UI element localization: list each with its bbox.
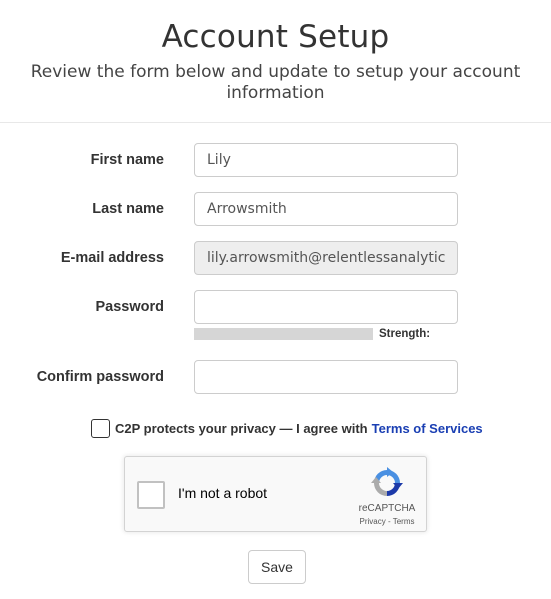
recaptcha-logo-icon [371, 467, 403, 496]
confirm-password-input[interactable] [194, 360, 458, 394]
confirm-password-row: Confirm password [0, 360, 551, 394]
last-name-row: Last name [0, 192, 551, 226]
recaptcha-brand: reCAPTCHA [358, 503, 416, 514]
recaptcha-widget: I'm not a robot reCAPTCHA Privacy - Term… [124, 456, 427, 532]
first-name-label: First name [90, 152, 164, 168]
page-title: Account Setup [161, 19, 390, 55]
email-row: E-mail address [0, 241, 551, 275]
strength-bar [194, 328, 373, 340]
recaptcha-links[interactable]: Privacy - Terms [347, 517, 427, 526]
email-label: E-mail address [60, 250, 164, 266]
password-strength: Strength: [194, 327, 458, 341]
email-input [194, 241, 458, 275]
last-name-label: Last name [92, 201, 164, 217]
agree-text: C2P protects your privacy — I agree with [115, 420, 368, 436]
first-name-input[interactable] [194, 143, 458, 177]
save-button[interactable]: Save [248, 550, 306, 584]
terms-link[interactable]: Terms of Services [372, 421, 483, 436]
last-name-input[interactable] [194, 192, 458, 226]
recaptcha-label: I'm not a robot [178, 485, 268, 501]
password-label: Password [95, 299, 165, 315]
agree-checkbox[interactable] [91, 418, 110, 438]
strength-label: Strength: [379, 328, 431, 340]
recaptcha-checkbox[interactable] [137, 481, 165, 509]
privacy-agreement: C2P protects your privacy — I agree with… [91, 418, 483, 438]
first-name-row: First name [0, 143, 551, 177]
page-header: Account Setup Review the form below and … [0, 0, 551, 104]
page-subtitle: Review the form below and update to setu… [30, 62, 521, 103]
header-divider [0, 122, 551, 123]
password-input[interactable] [194, 290, 458, 324]
confirm-password-label: Confirm password [36, 369, 164, 385]
password-row: Password [0, 290, 551, 324]
